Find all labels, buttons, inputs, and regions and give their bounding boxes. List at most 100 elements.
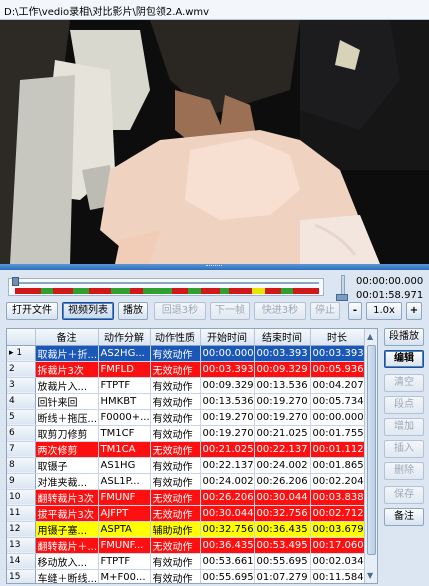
end-time-cell[interactable]: 00:26.206 [254, 473, 311, 490]
segment-point-button[interactable]: 段点 [384, 396, 424, 414]
remark-cell[interactable]: 取剪刀修剪 [35, 425, 99, 442]
end-time-cell[interactable]: 00:21.025 [254, 425, 311, 442]
row-number[interactable]: 14 [7, 553, 36, 570]
remark-cell[interactable]: 取镊子 [35, 457, 99, 474]
row-number[interactable]: 11 [7, 505, 36, 522]
remark-cell[interactable]: 翻转裁片＋... [35, 537, 99, 554]
remark-cell[interactable]: 取裁片＋折... [35, 345, 99, 362]
next-frame-button[interactable]: 下一帧 [210, 302, 250, 320]
open-file-button[interactable]: 打开文件 [6, 302, 58, 320]
duration-cell[interactable]: 00:02.034 [310, 553, 365, 570]
end-time-cell[interactable]: 00:36.435 [254, 521, 311, 538]
row-number[interactable]: 12 [7, 521, 36, 538]
table-row[interactable]: 10 翻转裁片3次 FMUNF 无效动作 00:26.206 00:30.044 00:03… [7, 489, 365, 506]
remark-cell[interactable]: 两次修剪 [35, 441, 99, 458]
remark-cell[interactable]: 对准夹裁... [35, 473, 99, 490]
action-type-cell[interactable]: 无效动作 [150, 537, 201, 554]
table-row[interactable]: 6 取剪刀修剪 TM1CF 有效动作 00:19.270 00:21.025 00:01.7… [7, 425, 365, 442]
timeline-track[interactable] [8, 277, 324, 296]
row-number[interactable]: 13 [7, 537, 36, 554]
action-code-cell[interactable]: FTPTF [98, 377, 151, 394]
start-time-cell[interactable]: 00:30.044 [200, 505, 255, 522]
column-header[interactable]: 结束时间 [254, 329, 311, 346]
action-table[interactable]: 备注 动作分解 动作性质 开始时间 结束时间 时长 ▸ 1 取裁片＋折... AS2… [6, 328, 378, 584]
duration-cell[interactable]: 00:01.755 [310, 425, 365, 442]
duration-cell[interactable]: 00:02.712 [310, 505, 365, 522]
duration-cell[interactable]: 00:05.936 [310, 361, 365, 378]
table-row[interactable]: 7 两次修剪 TM1CA 无效动作 00:21.025 00:22.137 00:01.11… [7, 441, 365, 458]
action-type-cell[interactable]: 无效动作 [150, 441, 201, 458]
table-row[interactable]: ▸ 1 取裁片＋折... AS2HG... 有效动作 00:00.000 00:03.39… [7, 345, 365, 362]
remark-cell[interactable]: 拔平裁片3次 [35, 505, 99, 522]
end-time-cell[interactable]: 00:55.695 [254, 553, 311, 570]
action-type-cell[interactable]: 无效动作 [150, 505, 201, 522]
start-time-cell[interactable]: 00:13.536 [200, 393, 255, 410]
start-time-cell[interactable]: 00:03.393 [200, 361, 255, 378]
timeline-scrubber[interactable] [12, 277, 19, 286]
action-type-cell[interactable]: 无效动作 [150, 361, 201, 378]
end-time-cell[interactable]: 00:19.270 [254, 409, 311, 426]
duration-cell[interactable]: 00:00.000 [310, 409, 365, 426]
action-code-cell[interactable]: TM1CA [98, 441, 151, 458]
duration-cell[interactable]: 00:01.865 [310, 457, 365, 474]
insert-button[interactable]: 插入 [384, 440, 424, 458]
duration-cell[interactable]: 00:04.207 [310, 377, 365, 394]
start-time-cell[interactable]: 00:19.270 [200, 425, 255, 442]
action-type-cell[interactable]: 有效动作 [150, 473, 201, 490]
action-code-cell[interactable]: FMFLD [98, 361, 151, 378]
end-time-cell[interactable]: 00:13.536 [254, 377, 311, 394]
speed-increase-button[interactable]: + [406, 302, 422, 320]
start-time-cell[interactable]: 00:24.002 [200, 473, 255, 490]
remark-cell[interactable]: 回针来回 [35, 393, 99, 410]
action-type-cell[interactable]: 有效动作 [150, 569, 201, 583]
start-time-cell[interactable]: 00:09.329 [200, 377, 255, 394]
remark-cell[interactable]: 移动放入... [35, 553, 99, 570]
table-row[interactable]: 4 回针来回 HMKBT 有效动作 00:13.536 00:19.270 00:05.73… [7, 393, 365, 410]
action-code-cell[interactable]: ASPTA [98, 521, 151, 538]
action-type-cell[interactable]: 辅助动作 [150, 521, 201, 538]
table-row[interactable]: 12 用镊子塞... ASPTA 辅助动作 00:32.756 00:36.435 00:0… [7, 521, 365, 538]
end-time-cell[interactable]: 00:53.495 [254, 537, 311, 554]
duration-cell[interactable]: 00:03.679 [310, 521, 365, 538]
end-time-cell[interactable]: 00:09.329 [254, 361, 311, 378]
end-time-cell[interactable]: 00:22.137 [254, 441, 311, 458]
action-type-cell[interactable]: 无效动作 [150, 489, 201, 506]
play-button[interactable]: 播放 [118, 302, 148, 320]
duration-cell[interactable]: 00:11.584 [310, 569, 365, 583]
start-time-cell[interactable]: 00:19.270 [200, 409, 255, 426]
remark-cell[interactable]: 拆裁片3次 [35, 361, 99, 378]
edit-button[interactable]: 编辑 [384, 350, 424, 368]
remark-cell[interactable]: 车缝＋断线... [35, 569, 99, 583]
row-number[interactable]: 8 [7, 457, 36, 474]
table-scrollbar[interactable]: ▲ ▼ [364, 329, 377, 583]
delete-button[interactable]: 删除 [384, 462, 424, 480]
action-code-cell[interactable]: FTPTF [98, 553, 151, 570]
segment-play-button[interactable]: 段播放 [384, 328, 424, 346]
start-time-cell[interactable]: 00:26.206 [200, 489, 255, 506]
column-header[interactable]: 动作分解 [98, 329, 151, 346]
volume-slider-thumb[interactable] [336, 294, 348, 301]
duration-cell[interactable]: 00:01.112 [310, 441, 365, 458]
video-list-button[interactable]: 视频列表 [62, 302, 114, 320]
table-row[interactable]: 2 拆裁片3次 FMFLD 无效动作 00:03.393 00:09.329 00:05.9… [7, 361, 365, 378]
action-code-cell[interactable]: M+F00... [98, 569, 151, 583]
row-number[interactable]: 4 [7, 393, 36, 410]
scrollbar-thumb[interactable] [367, 345, 376, 555]
scroll-up-arrow-icon[interactable]: ▲ [367, 332, 373, 341]
forward-3s-button[interactable]: 快进3秒 [254, 302, 306, 320]
action-type-cell[interactable]: 有效动作 [150, 377, 201, 394]
column-header[interactable]: 动作性质 [150, 329, 201, 346]
add-button[interactable]: 增加 [384, 418, 424, 436]
table-row[interactable]: 13 翻转裁片＋... FMUNF... 无效动作 00:36.435 00:53.495… [7, 537, 365, 554]
row-number[interactable]: ▸ 1 [7, 345, 36, 362]
action-type-cell[interactable]: 有效动作 [150, 345, 201, 362]
table-row[interactable]: 3 放裁片入... FTPTF 有效动作 00:09.329 00:13.536 00:04… [7, 377, 365, 394]
end-time-cell[interactable]: 00:19.270 [254, 393, 311, 410]
row-number[interactable]: 9 [7, 473, 36, 490]
row-number[interactable]: 5 [7, 409, 36, 426]
scroll-down-arrow-icon[interactable]: ▼ [367, 571, 373, 580]
clear-button[interactable]: 清空 [384, 374, 424, 392]
action-code-cell[interactable]: F0000+... [98, 409, 151, 426]
row-number[interactable]: 10 [7, 489, 36, 506]
video-player[interactable] [0, 20, 429, 264]
